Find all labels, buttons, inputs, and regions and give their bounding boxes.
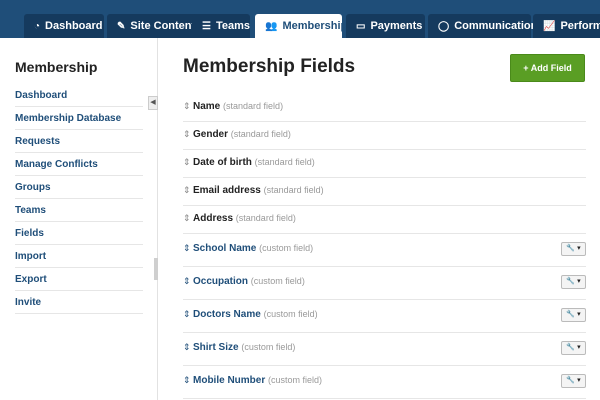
sidebar-item-membership-database[interactable]: Membership Database bbox=[15, 107, 143, 130]
field-row[interactable]: ⇕ Gender (standard field) bbox=[183, 122, 586, 150]
tab-membership[interactable]: 👥 Membership bbox=[255, 14, 347, 38]
field-label[interactable]: Mobile Number bbox=[193, 375, 265, 386]
tab-dashboard[interactable]: ◔ Dashboard bbox=[24, 14, 104, 38]
field-row[interactable]: ⇕ Email address (standard field) bbox=[183, 178, 586, 206]
tab-payments[interactable]: ▭ Payments bbox=[346, 14, 425, 38]
field-row[interactable]: ⇕ Occupation (custom field) 🔧 ▾ bbox=[183, 267, 586, 300]
tab-label: Dashboard bbox=[45, 20, 103, 32]
field-name[interactable]: Mobile Number (custom field) bbox=[193, 375, 322, 386]
drag-handle-icon[interactable]: ⇕ bbox=[183, 243, 191, 254]
field-type: (custom field) bbox=[263, 309, 318, 319]
field-type: (custom field) bbox=[241, 342, 296, 352]
tab-communication[interactable]: ◯ Communication bbox=[428, 14, 537, 38]
add-field-button[interactable]: + Add Field bbox=[510, 54, 585, 82]
field-label: Name bbox=[193, 101, 221, 112]
field-type: (standard field) bbox=[230, 129, 291, 139]
sidebar-item-fields[interactable]: Fields bbox=[15, 222, 143, 245]
sidebar: Membership ◀ Dashboard Membership Databa… bbox=[0, 38, 158, 400]
tab-teams[interactable]: ☰ Teams bbox=[192, 14, 250, 38]
field-row[interactable]: ⇕ Doctors Name (custom field) 🔧 ▾ bbox=[183, 300, 586, 333]
field-name[interactable]: Shirt Size (custom field) bbox=[193, 342, 295, 353]
field-name[interactable]: Doctors Name (custom field) bbox=[193, 309, 318, 320]
field-row[interactable]: ⇕ School Name (custom field) 🔧 ▾ bbox=[183, 234, 586, 267]
list-icon: ☰ bbox=[202, 20, 211, 32]
sidebar-item-invite[interactable]: Invite bbox=[15, 291, 143, 314]
field-type: (custom field) bbox=[250, 276, 305, 286]
field-row[interactable]: ⇕ Name (standard field) bbox=[183, 94, 586, 122]
tab-label: Payments bbox=[370, 20, 423, 32]
drag-handle-icon[interactable]: ⇕ bbox=[183, 157, 191, 168]
dashboard-icon: ◔ bbox=[34, 20, 41, 32]
wrench-dropdown-button[interactable]: 🔧 ▾ bbox=[561, 242, 586, 256]
drag-handle-icon[interactable]: ⇕ bbox=[183, 309, 191, 320]
drag-handle-icon[interactable]: ⇕ bbox=[183, 375, 191, 386]
field-label: Gender bbox=[193, 129, 229, 140]
pencil-icon: ✎ bbox=[117, 20, 126, 32]
drag-handle-icon[interactable]: ⇕ bbox=[183, 185, 191, 196]
field-type: (standard field) bbox=[223, 101, 284, 111]
sidebar-item-export[interactable]: Export bbox=[15, 268, 143, 291]
sidebar-item-manage-conflicts[interactable]: Manage Conflicts bbox=[15, 153, 143, 176]
field-name: Name (standard field) bbox=[193, 101, 283, 112]
field-type: (standard field) bbox=[254, 157, 315, 167]
field-row[interactable]: ⇕ Mobile Number (custom field) 🔧 ▾ bbox=[183, 366, 586, 399]
sidebar-item-import[interactable]: Import bbox=[15, 245, 143, 268]
field-name: Gender (standard field) bbox=[193, 129, 291, 140]
sidebar-item-teams[interactable]: Teams bbox=[15, 199, 143, 222]
chart-icon: 📈 bbox=[543, 20, 556, 32]
chat-bubble-icon: ◯ bbox=[438, 20, 450, 32]
field-name[interactable]: School Name (custom field) bbox=[193, 243, 313, 254]
drag-handle-icon[interactable]: ⇕ bbox=[183, 276, 191, 287]
tab-label: Membership bbox=[282, 20, 348, 32]
field-label[interactable]: School Name bbox=[193, 243, 256, 254]
field-type: (standard field) bbox=[263, 185, 324, 195]
field-type: (custom field) bbox=[259, 243, 314, 253]
credit-card-icon: ▭ bbox=[356, 20, 366, 32]
collapse-sidebar-icon[interactable]: ◀ bbox=[148, 96, 158, 110]
drag-handle-icon[interactable]: ⇕ bbox=[183, 342, 191, 353]
field-label: Email address bbox=[193, 185, 261, 196]
field-name: Address (standard field) bbox=[193, 213, 296, 224]
field-label: Address bbox=[193, 213, 234, 224]
main-content: Membership Fields + Add Field ⇕ Name (st… bbox=[159, 38, 600, 400]
page-title: Membership Fields bbox=[183, 56, 356, 77]
tab-label: Site Content bbox=[130, 20, 196, 32]
wrench-dropdown-button[interactable]: 🔧 ▾ bbox=[561, 374, 586, 388]
tab-label: Communication bbox=[454, 20, 538, 32]
sidebar-item-dashboard[interactable]: Dashboard bbox=[15, 84, 143, 107]
sidebar-title: Membership bbox=[15, 59, 98, 75]
tab-label: Performance bbox=[560, 20, 600, 32]
sidebar-menu: Dashboard Membership Database Requests M… bbox=[15, 84, 143, 314]
drag-handle-icon[interactable]: ⇕ bbox=[183, 101, 191, 112]
field-label: Date of birth bbox=[193, 157, 252, 168]
drag-handle-icon[interactable]: ⇕ bbox=[183, 129, 191, 140]
tab-label: Teams bbox=[215, 20, 251, 32]
field-row[interactable]: ⇕ Address (standard field) bbox=[183, 206, 586, 234]
field-name[interactable]: Occupation (custom field) bbox=[193, 276, 305, 287]
tab-performance[interactable]: 📈 Performance bbox=[533, 14, 600, 38]
field-label[interactable]: Shirt Size bbox=[193, 342, 239, 353]
drag-handle-icon[interactable]: ⇕ bbox=[183, 213, 191, 224]
top-navigation: ◔ Dashboard ✎ Site Content ☰ Teams 👥 Mem… bbox=[0, 0, 600, 38]
field-name: Email address (standard field) bbox=[193, 185, 324, 196]
wrench-dropdown-button[interactable]: 🔧 ▾ bbox=[561, 341, 586, 355]
users-icon: 👥 bbox=[265, 20, 278, 32]
field-row[interactable]: ⇕ Date of birth (standard field) bbox=[183, 150, 586, 178]
sidebar-item-groups[interactable]: Groups bbox=[15, 176, 143, 199]
wrench-dropdown-button[interactable]: 🔧 ▾ bbox=[561, 275, 586, 289]
field-type: (standard field) bbox=[235, 213, 296, 223]
field-label[interactable]: Doctors Name bbox=[193, 309, 261, 320]
field-label[interactable]: Occupation bbox=[193, 276, 248, 287]
sidebar-scrollbar[interactable] bbox=[154, 258, 158, 280]
wrench-dropdown-button[interactable]: 🔧 ▾ bbox=[561, 308, 586, 322]
sidebar-item-requests[interactable]: Requests bbox=[15, 130, 143, 153]
field-name: Date of birth (standard field) bbox=[193, 157, 315, 168]
field-type: (custom field) bbox=[268, 375, 323, 385]
field-row[interactable]: ⇕ Shirt Size (custom field) 🔧 ▾ bbox=[183, 333, 586, 366]
